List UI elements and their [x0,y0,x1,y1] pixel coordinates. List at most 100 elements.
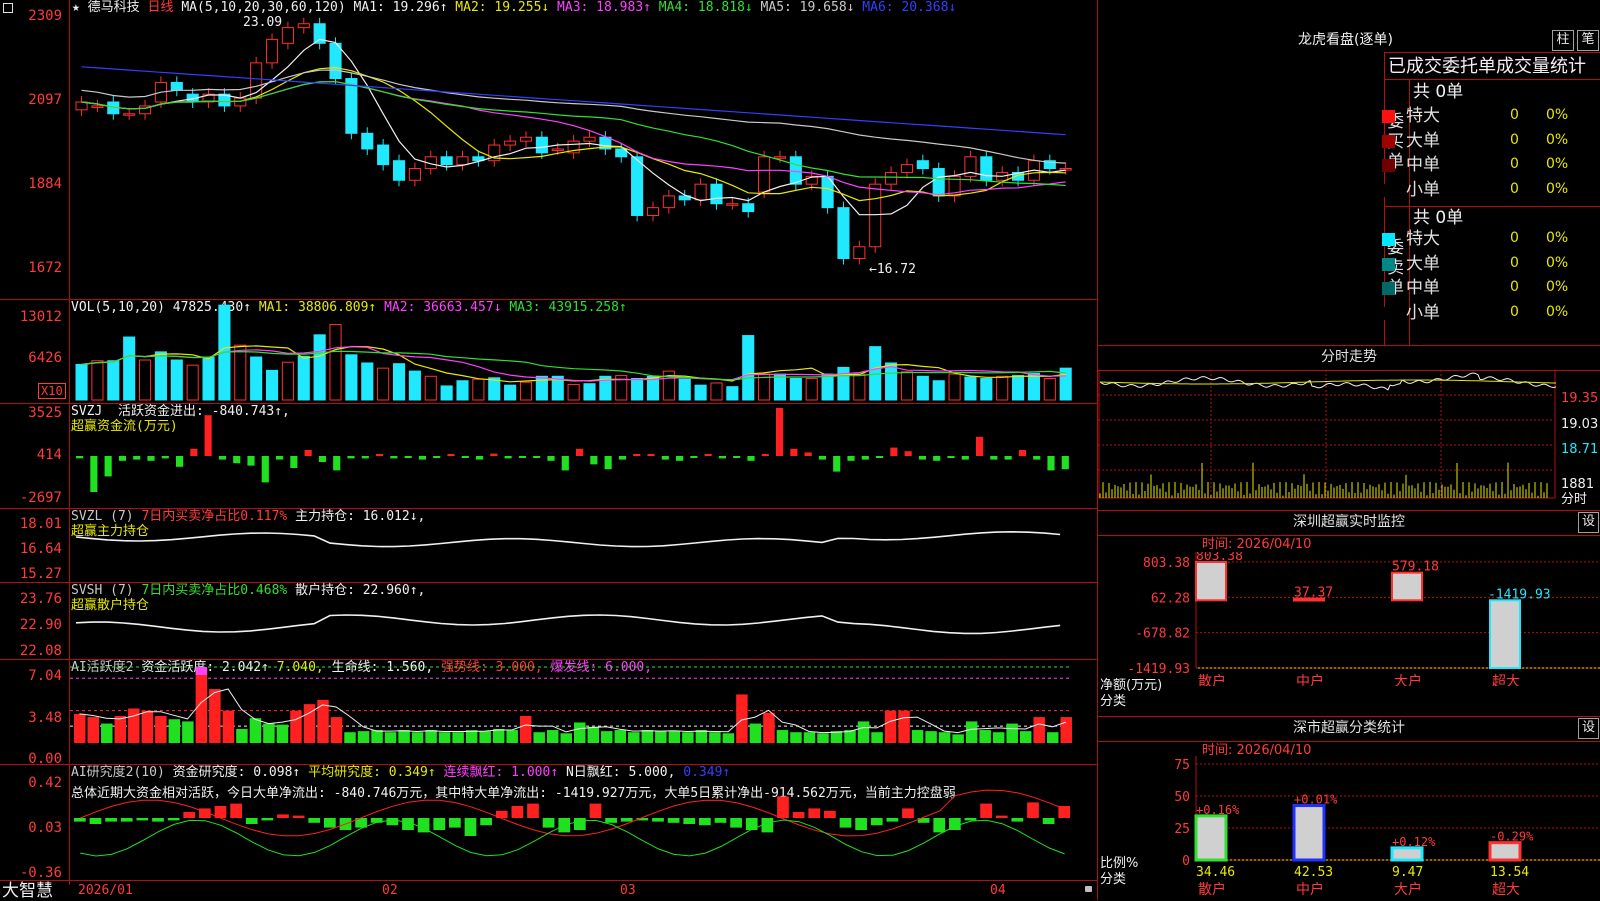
fund-flow-bar [561,456,569,471]
intraday-chart[interactable] [1098,370,1558,508]
svzl-line [75,530,1061,548]
candle [932,168,945,197]
candle [869,183,882,248]
cls-stats-title: 深市超赢分类统计 [1098,716,1600,742]
sz-bar-value: 37.37 [1294,586,1333,601]
cls-bar-value: 34.46 [1196,865,1235,880]
svzj-chart[interactable] [70,404,1097,508]
svzl-chart[interactable] [70,509,1097,582]
volume-bar [726,386,739,401]
svsh-chart[interactable] [70,583,1097,659]
ai-research-chart[interactable] [70,765,1097,880]
candle [853,246,866,260]
fund-flow-bar [447,454,455,456]
candle [377,144,390,166]
buy-row-color-swatch [1382,134,1395,148]
svzl-tick-0: 18.01 [19,516,62,532]
candle [345,78,358,134]
research-bar [933,818,946,833]
volume-chart[interactable] [70,300,1097,403]
volume-bar [1043,378,1056,401]
candle [646,207,660,216]
cls-stats-chart[interactable]: 75 50 25 0 +0.16% 34.46散户 +0.01% 42.53中户 +0.12% 9… [1098,756,1600,900]
cls-bar [1292,804,1326,862]
buy-row-name: 大单 [1406,130,1440,151]
candle [726,203,739,206]
activity-bar [195,667,208,743]
fund-flow-bar [947,456,955,458]
volume-bar [234,344,247,401]
sell-row-pct: 0% [1546,303,1569,320]
sell-total: 共 0单 [1413,208,1464,228]
research-bar [667,818,680,823]
fund-flow-bar [418,456,426,460]
fund-flow-bar [318,456,326,462]
activity-bar [330,717,343,743]
buy-row-name: 小单 [1406,179,1440,200]
candle [900,164,914,173]
sz-settings-button[interactable]: 设 [1578,512,1599,533]
research-bar [230,803,242,818]
sell-row-name: 大单 [1406,253,1440,274]
activity-bar [533,732,545,743]
fund-flow-bar [176,456,184,467]
sz-bar-value: 803.38 [1196,552,1243,564]
research-bar [1011,818,1024,822]
ai-active-tick-2: 0.00 [28,751,62,767]
research-bar [527,803,539,818]
date-tick-1: 02 [382,883,398,898]
volume-bar [980,378,993,401]
cls-settings-button[interactable]: 设 [1578,718,1599,739]
lock-icon[interactable] [1085,886,1092,892]
fund-flow-bar [333,456,341,471]
candle [234,97,247,107]
volume-bar [281,361,294,401]
pen-mode-button[interactable]: 笔 [1577,30,1599,51]
candle [281,27,294,44]
fund-flow-bar [990,456,998,460]
sell-row-color-swatch [1382,233,1395,246]
vol-unit-badge: X10 [38,383,66,399]
cls-bar [1390,846,1424,862]
activity-bar [709,732,721,743]
volume-bar [75,363,88,401]
volume-bar [805,378,818,401]
svsh-tick-2: 22.08 [19,643,62,659]
research-bar [167,818,180,821]
sz-monitor-chart[interactable]: 803.38 62.28 -678.82 -1419.93 803.38 散户 37.37 中… [1098,552,1600,686]
activity-bar [614,730,627,743]
fund-flow-bar [518,456,526,458]
fund-flow-bar [118,456,126,461]
fund-flow-bar [1018,450,1026,456]
fund-flow-bar [647,454,655,456]
sell-row-value: 0 [1510,254,1519,271]
activity-bar [1046,732,1059,743]
fund-flow-bar [904,451,912,456]
candle [440,156,453,166]
candlestick-chart[interactable] [70,0,1097,299]
volume-bar [392,363,406,401]
activity-bar [155,716,167,743]
activity-bar [263,723,275,743]
sz-bar-name: 中户 [1296,673,1324,686]
activity-bar [546,730,559,743]
activity-bar [249,718,262,743]
ai-active-chart[interactable] [70,660,1097,764]
fund-flow-bar [504,456,512,459]
candle [916,160,929,170]
activity-bar [344,732,356,743]
volume-bar [456,380,469,401]
sell-row-name: 特大 [1406,229,1440,249]
sell-row-color-swatch [1382,282,1395,295]
intraday-frame [1098,370,1556,499]
research-bar [902,808,914,818]
activity-bar [871,732,883,743]
date-tick-0: 2026/01 [78,883,133,898]
research-bar [277,814,289,818]
fund-flow-bar [676,456,684,461]
bar-mode-button[interactable]: 柱 [1552,30,1574,51]
order-table-title: 已成交委托单成交量统计 [1388,56,1586,77]
activity-bar [87,717,99,743]
low-marker: ←16.72 [869,262,916,277]
sell-row-color-swatch [1382,257,1395,271]
